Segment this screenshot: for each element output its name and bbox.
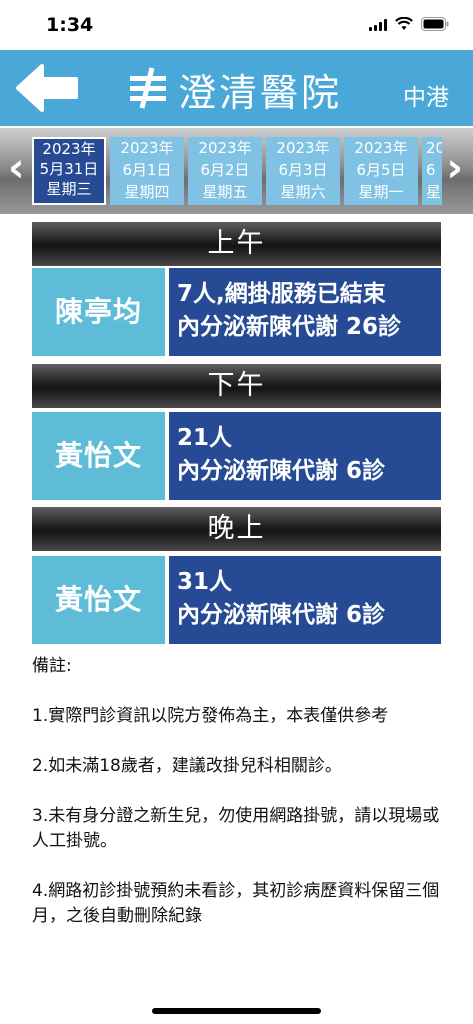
date-year: 20: [426, 139, 442, 157]
date-item[interactable]: 2023年 6月5日 星期一: [344, 137, 418, 205]
afternoon-status: 21人: [177, 425, 233, 451]
back-button[interactable]: [14, 60, 80, 116]
morning-session-info[interactable]: 7人,網掛服務已結束 內分泌新陳代謝 26診: [169, 268, 441, 356]
morning-clinic: 內分泌新陳代謝 26診: [177, 314, 402, 340]
date-weekday: 星期一: [358, 183, 404, 201]
evening-clinic: 內分泌新陳代謝 6診: [177, 602, 386, 628]
date-year: 2023年: [120, 139, 174, 157]
app-header: 澄清醫院 中港: [0, 50, 473, 126]
afternoon-doctor[interactable]: 黃怡文: [32, 412, 165, 500]
date-weekday: 星期五: [202, 183, 248, 201]
date-selector: ‹ 2023年 5月31日 星期三 2023年 6月1日 星期四 2023年 6…: [0, 128, 473, 214]
date-weekday: 星期三: [46, 180, 92, 198]
status-bar: 1:34: [0, 0, 473, 50]
date-day: 6月5日: [356, 161, 406, 179]
notes-title: 備註:: [32, 656, 72, 676]
status-icons: [369, 16, 449, 35]
signal-icon: [369, 16, 387, 35]
date-item-partial[interactable]: 20 6 星: [422, 137, 442, 205]
date-weekday: 星期四: [124, 183, 170, 201]
date-item[interactable]: 2023年 6月1日 星期四: [110, 137, 184, 205]
back-arrow-icon: [16, 64, 78, 112]
hospital-name: 澄清醫院: [178, 71, 343, 115]
date-weekday: 星: [426, 183, 442, 201]
date-weekday: 星期六: [280, 183, 326, 201]
note-item: 3.未有身分證之新生兒，勿使用網路掛號，請以現場或人工掛號。: [32, 806, 440, 851]
date-day: 6: [426, 161, 436, 179]
morning-doctor[interactable]: 陳亭均: [32, 268, 165, 356]
note-item: 4.網路初診掛號預約未看診，其初診病歷資料保留三個月，之後自動刪除紀錄: [32, 881, 440, 926]
notes-section: 備註: 1.實際門診資訊以院方發佈為主，本表僅供參考 2.如未滿18歲者，建議改…: [32, 654, 452, 954]
date-day: 6月1日: [122, 161, 172, 179]
prev-date-chevron-icon[interactable]: ‹: [8, 148, 24, 188]
afternoon-session-info[interactable]: 21人 內分泌新陳代謝 6診: [169, 412, 441, 500]
evening-session-info[interactable]: 31人 內分泌新陳代謝 6診: [169, 556, 441, 644]
date-item[interactable]: 2023年 6月3日 星期六: [266, 137, 340, 205]
battery-icon: [421, 16, 449, 35]
status-time: 1:34: [46, 14, 94, 36]
date-list: 2023年 5月31日 星期三 2023年 6月1日 星期四 2023年 6月2…: [32, 137, 442, 205]
date-item[interactable]: 2023年 6月2日 星期五: [188, 137, 262, 205]
branch-name[interactable]: 中港: [403, 78, 449, 112]
note-item: 1.實際門診資訊以院方發佈為主，本表僅供參考: [32, 706, 389, 726]
date-year: 2023年: [276, 139, 330, 157]
morning-status: 7人,網掛服務已結束: [177, 281, 386, 307]
date-year: 2023年: [354, 139, 408, 157]
home-indicator[interactable]: [152, 1008, 321, 1014]
date-day: 6月3日: [278, 161, 328, 179]
date-item-selected[interactable]: 2023年 5月31日 星期三: [32, 137, 106, 205]
evening-status: 31人: [177, 569, 233, 595]
date-year: 2023年: [198, 139, 252, 157]
evening-header: 晚上: [32, 507, 441, 551]
next-date-chevron-icon[interactable]: ›: [447, 148, 463, 188]
date-day: 6月2日: [200, 161, 250, 179]
note-item: 2.如未滿18歲者，建議改掛兒科相關診。: [32, 756, 342, 776]
date-year: 2023年: [42, 140, 96, 158]
afternoon-header: 下午: [32, 364, 441, 408]
morning-header: 上午: [32, 222, 441, 266]
afternoon-clinic: 內分泌新陳代謝 6診: [177, 458, 386, 484]
evening-doctor[interactable]: 黃怡文: [32, 556, 165, 644]
date-day: 5月31日: [39, 160, 99, 178]
hospital-logo-icon: [128, 66, 168, 110]
wifi-icon: [395, 16, 413, 35]
